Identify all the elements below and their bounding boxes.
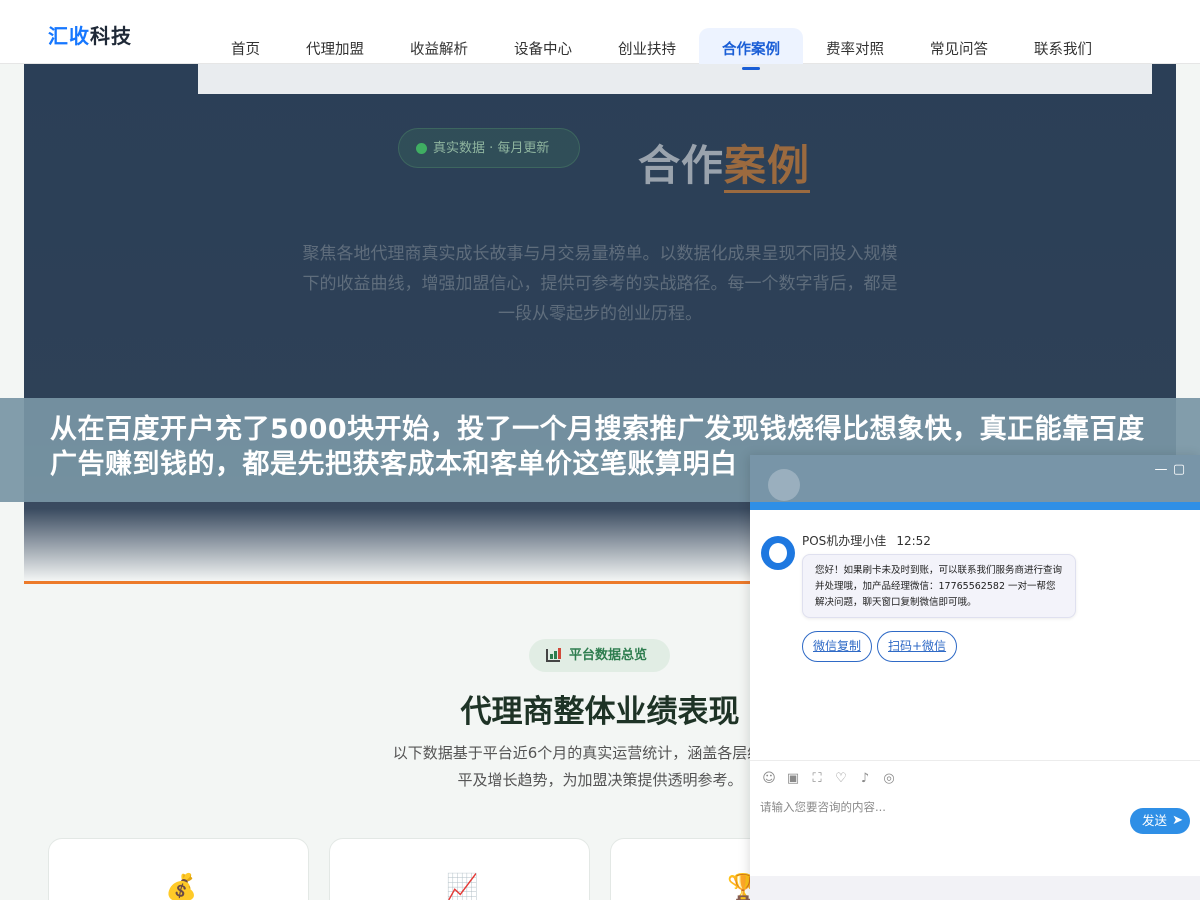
chat-header-bar	[750, 502, 1200, 510]
chat-footer	[750, 876, 1200, 900]
shield-icon[interactable]: ♡	[832, 771, 850, 787]
chat-toolbar: ☺ ▣ ⛶ ♡ ♪ ◎	[760, 771, 904, 787]
nav-item-support[interactable]: 创业扶持	[595, 28, 699, 64]
nav-item-home[interactable]: 首页	[208, 28, 283, 64]
logo-rest-text: 科技	[90, 24, 132, 48]
agent-face-icon	[769, 543, 787, 563]
agent-name: POS机办理小佳	[802, 534, 887, 548]
overview-pill-text: 平台数据总览	[569, 648, 648, 663]
agent-avatar	[761, 536, 795, 570]
chat-divider	[750, 760, 1200, 761]
overview-pill: 平台数据总览	[529, 639, 670, 672]
chat-message-bubble: 您好！如果刷卡未及时到账，可以联系我们服务商进行查询并处理哦，加产品经理微信：1…	[802, 554, 1076, 618]
chat-message-input[interactable]	[760, 800, 1120, 814]
nav-item-rates[interactable]: 费率对照	[803, 28, 907, 64]
screenshot-icon[interactable]: ⛶	[808, 771, 826, 787]
trend-chart-icon: 📈	[446, 873, 479, 900]
live-dot-icon	[416, 143, 427, 154]
send-arrow-icon: ➤	[1172, 813, 1183, 828]
quick-reply-copy-wechat[interactable]: 微信复制	[802, 631, 873, 662]
top-navbar: 汇收科技 首页 代理加盟 收益解析 设备中心 创业扶持 合作案例 费率对照 常见…	[0, 0, 1200, 70]
nav-item-cases[interactable]: 合作案例	[699, 28, 803, 70]
chat-header: — ▢	[750, 455, 1200, 510]
chat-maximize-button[interactable]: ▢	[1172, 463, 1186, 477]
hero-top-strip	[198, 64, 1152, 94]
hero-badge: 真实数据 · 每月更新	[398, 128, 580, 168]
send-button[interactable]: 发送 ➤	[1130, 808, 1190, 834]
send-button-label: 发送	[1142, 813, 1168, 828]
agent-meta: POS机办理小佳 12:52	[802, 532, 931, 549]
nav-item-earnings[interactable]: 收益解析	[387, 28, 491, 64]
bar-chart-icon	[546, 648, 561, 662]
sound-icon[interactable]: ♪	[856, 771, 874, 787]
logo-accent-text: 汇收	[48, 24, 90, 48]
hero-description: 聚焦各地代理商真实成长故事与月交易量榜单。以数据化成果呈现不同投入规模下的收益曲…	[302, 244, 898, 324]
message-time: 12:52	[896, 534, 931, 548]
chat-header-avatar	[768, 469, 800, 501]
image-icon[interactable]: ▣	[784, 771, 802, 787]
site-logo[interactable]: 汇收科技	[48, 20, 132, 49]
money-bag-icon: 💰	[165, 873, 198, 900]
chat-minimize-button[interactable]: —	[1154, 463, 1168, 477]
nav-item-contact[interactable]: 联系我们	[1011, 28, 1115, 64]
nav-item-faq[interactable]: 常见问答	[907, 28, 1011, 64]
emoji-icon[interactable]: ☺	[760, 771, 778, 787]
stat-card: 📈	[329, 838, 590, 900]
quick-reply-scan-wechat[interactable]: 扫码+微信	[877, 631, 958, 662]
chat-widget: — ▢ POS机办理小佳 12:52 您好！如果刷卡未及时到账，可以联系我们服务商…	[750, 455, 1200, 900]
hero-title-plain: 合作	[638, 141, 725, 190]
nav-item-agent-join[interactable]: 代理加盟	[283, 28, 387, 64]
hero-title-accent: 案例	[724, 141, 811, 193]
hero-title: 合作案例	[638, 132, 811, 193]
main-nav: 首页 代理加盟 收益解析 设备中心 创业扶持 合作案例 费率对照 常见问答 联系…	[208, 28, 1115, 70]
nav-item-devices[interactable]: 设备中心	[491, 28, 595, 64]
wechat-icon[interactable]: ◎	[880, 771, 898, 787]
hero-badge-text: 真实数据 · 每月更新	[433, 141, 550, 156]
stat-card: 💰	[48, 838, 309, 900]
